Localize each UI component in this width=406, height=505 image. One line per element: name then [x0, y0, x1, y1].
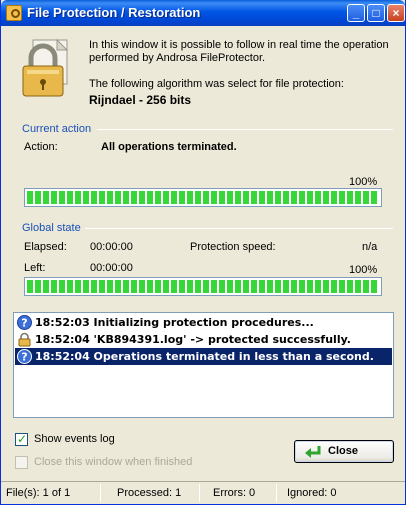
global-state-divider [85, 228, 393, 229]
show-events-log-checkbox[interactable]: ✓ [15, 432, 28, 446]
action-label: Action: [24, 141, 58, 153]
global-progress-fill [27, 280, 379, 293]
description-line: In this window it is possible to follow … [89, 39, 389, 64]
lock-icon [18, 332, 31, 347]
close-window-button[interactable]: × [387, 4, 405, 22]
svg-text:?: ? [21, 317, 27, 330]
action-progress-bar [24, 188, 382, 207]
speed-label: Protection speed: [190, 241, 276, 253]
status-ignored: Ignored: 0 [287, 487, 337, 499]
status-files: File(s): 1 of 1 [6, 487, 71, 499]
window-title: File Protection / Restoration [27, 5, 201, 20]
log-item-selected[interactable]: ? 18:52:04 Operations terminated in less… [15, 348, 392, 365]
padlock-document-icon [22, 38, 69, 97]
global-state-title: Global state [22, 222, 81, 234]
close-when-finished-checkbox[interactable] [15, 456, 28, 469]
svg-text:?: ? [21, 351, 27, 364]
speed-value: n/a [362, 241, 378, 253]
status-separator [100, 484, 101, 502]
app-key-icon [6, 5, 22, 21]
status-errors: Errors: 0 [213, 487, 256, 499]
log-text: 18:52:03 Initializing protection procedu… [35, 316, 314, 329]
action-value: All operations terminated. [101, 141, 237, 153]
global-percent: 100% [349, 264, 378, 276]
log-text: 18:52:04 'KB894391.log' -> protected suc… [35, 333, 351, 346]
return-arrow-icon [305, 446, 321, 458]
algorithm-value: Rijndael - 256 bits [89, 93, 192, 107]
show-events-log-label[interactable]: Show events log [34, 433, 115, 445]
status-separator [199, 484, 200, 502]
events-log-list[interactable]: ? 18:52:03 Initializing protection proce… [13, 312, 394, 418]
log-text: 18:52:04 Operations terminated in less t… [35, 350, 374, 363]
log-item[interactable]: ? 18:52:03 Initializing protection proce… [15, 314, 392, 331]
maximize-button[interactable]: □ [367, 4, 385, 22]
protection-window: File Protection / Restoration _ □ × In t… [0, 0, 406, 505]
close-button-label: Close [328, 445, 358, 457]
info-icon: ? [17, 315, 32, 330]
close-button[interactable]: Close [294, 440, 394, 463]
info-icon: ? [17, 349, 32, 364]
close-when-finished-label[interactable]: Close this window when finished [34, 456, 192, 468]
title-bar[interactable]: File Protection / Restoration _ □ × [1, 0, 405, 26]
status-separator [276, 484, 277, 502]
elapsed-value: 00:00:00 [90, 241, 133, 253]
description-text: In this window it is possible to follow … [89, 39, 394, 91]
checkmark-icon: ✓ [17, 432, 28, 446]
global-progress-bar [24, 277, 382, 296]
status-processed: Processed: 1 [117, 487, 182, 499]
left-value: 00:00:00 [90, 262, 133, 274]
algorithm-intro: The following algorithm was select for f… [89, 78, 344, 90]
action-percent: 100% [349, 176, 378, 188]
action-progress-fill [27, 191, 379, 204]
elapsed-label: Elapsed: [24, 241, 67, 253]
log-item[interactable]: 18:52:04 'KB894391.log' -> protected suc… [15, 331, 392, 348]
current-action-title: Current action [22, 123, 92, 135]
current-action-divider [97, 129, 393, 130]
status-bar: File(s): 1 of 1 Processed: 1 Errors: 0 I… [1, 481, 405, 504]
left-label: Left: [24, 262, 46, 274]
minimize-button[interactable]: _ [347, 4, 365, 22]
